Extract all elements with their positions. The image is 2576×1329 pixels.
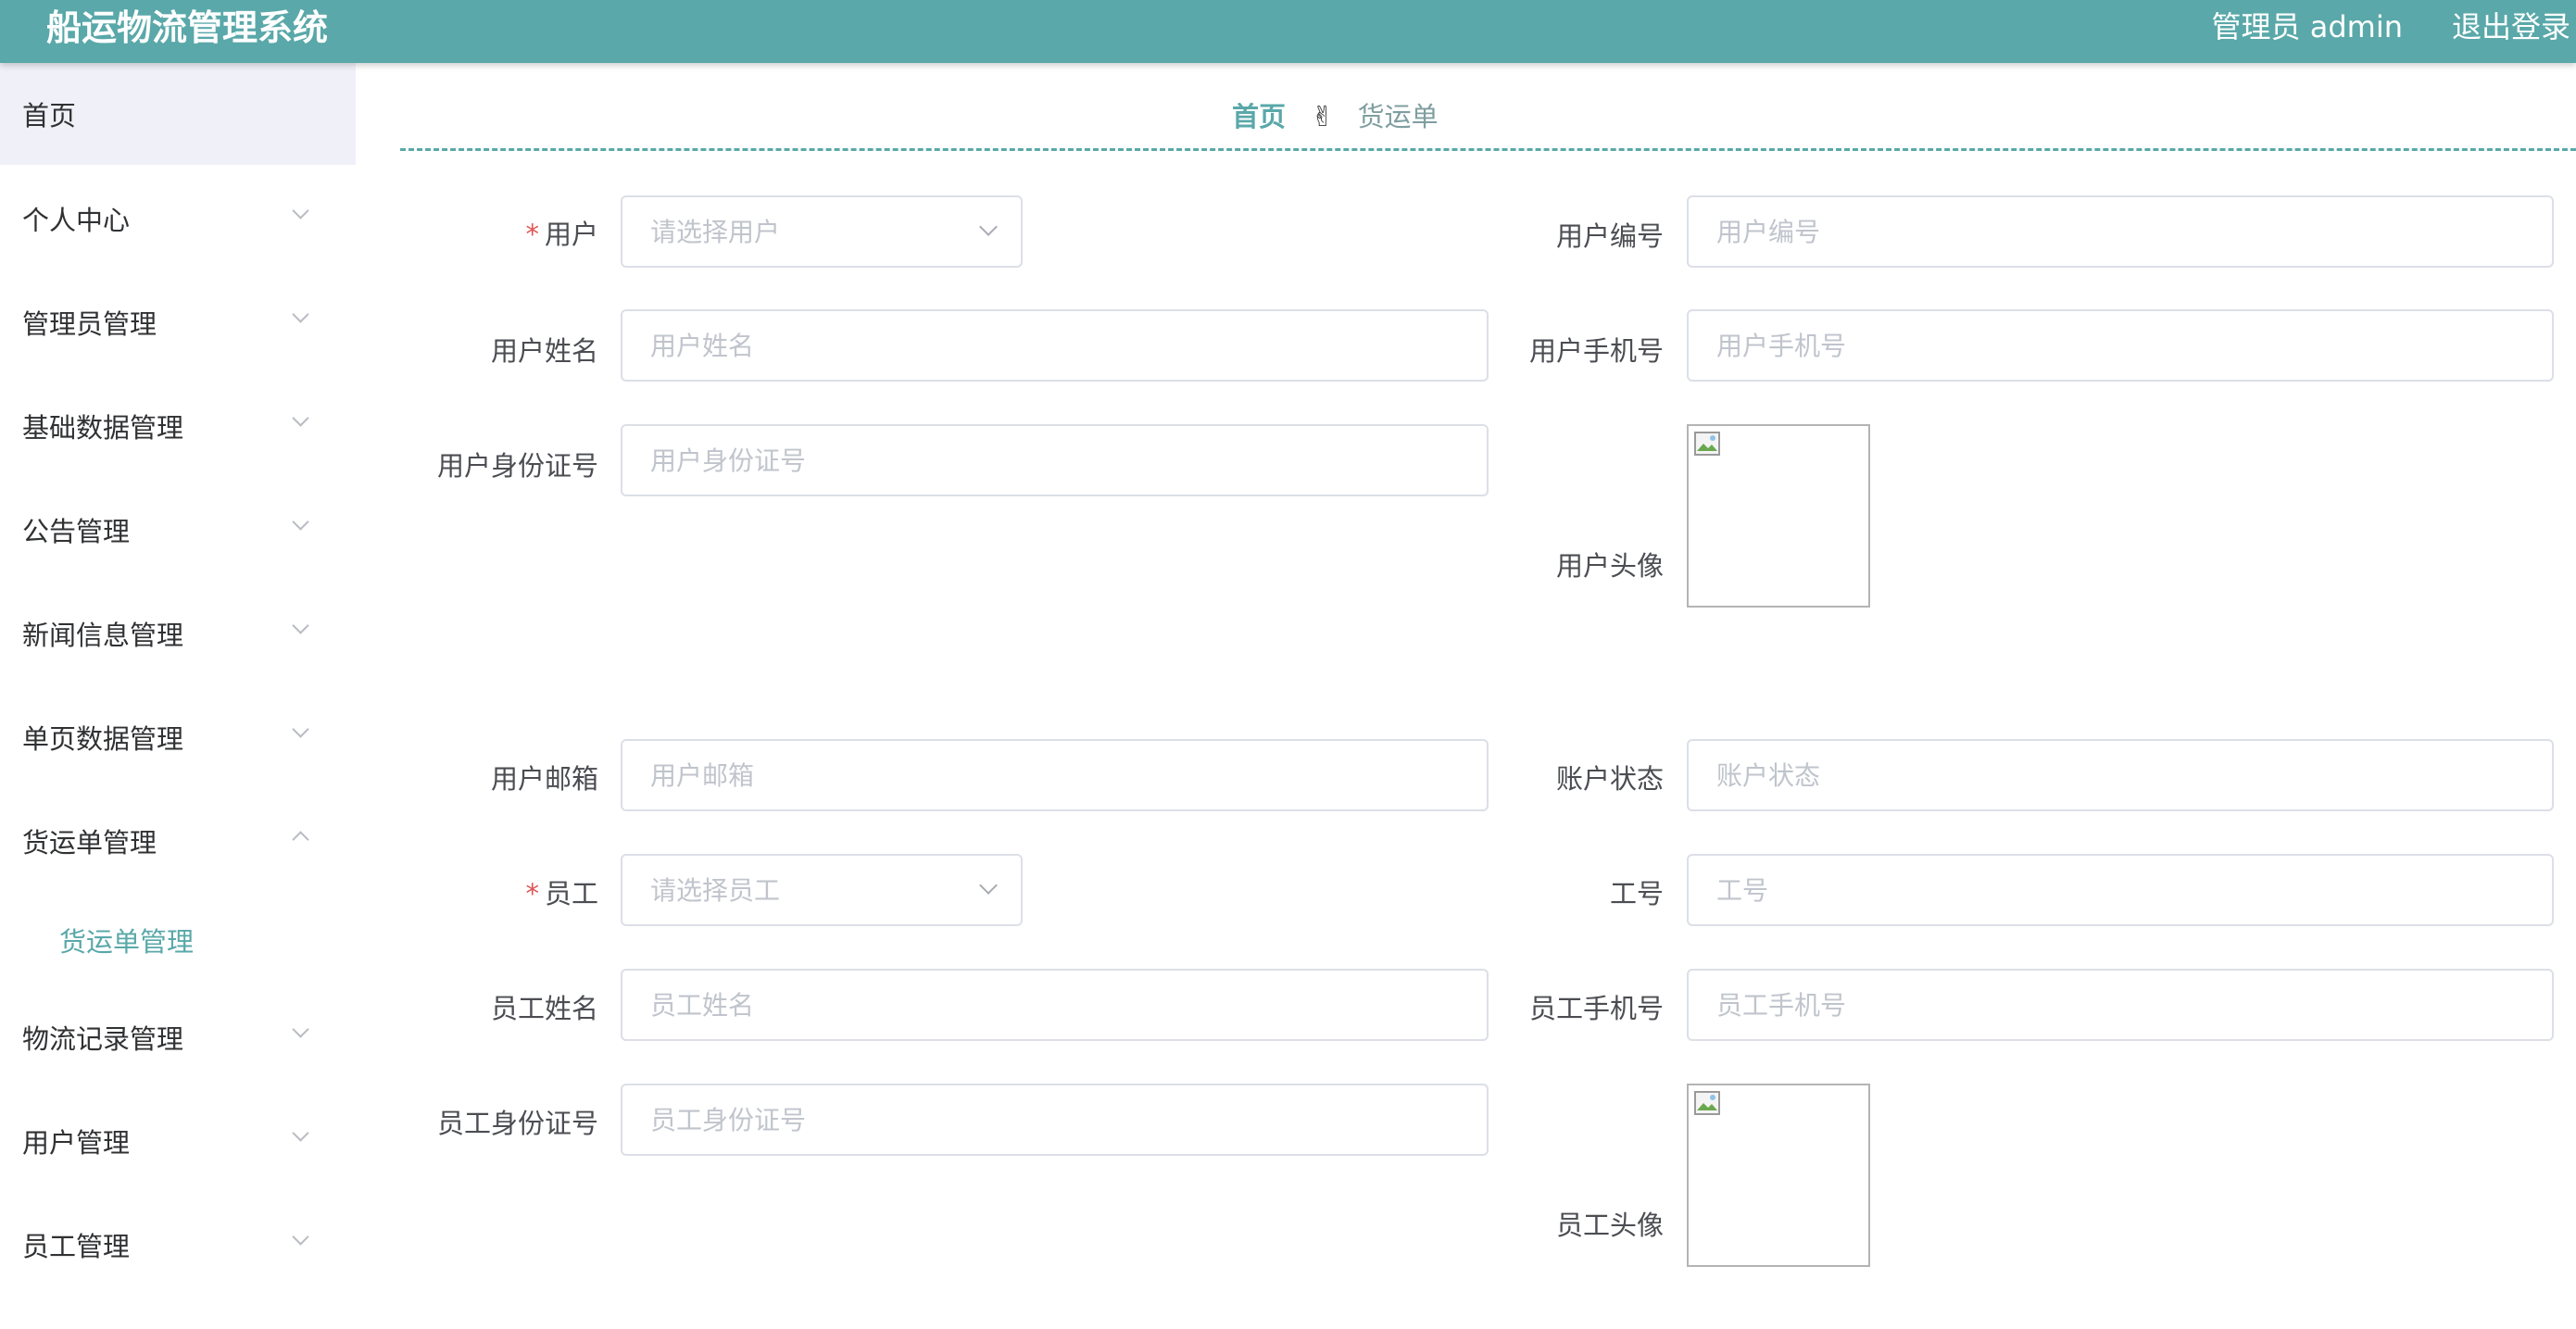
top-header: 船运物流管理系统 管理员 admin 退出登录 xyxy=(0,0,2576,63)
sidebar-item-label: 货运单管理 xyxy=(22,827,157,859)
sidebar-item-waybill-management[interactable]: 货运单管理 xyxy=(0,787,356,891)
broken-image-icon xyxy=(1694,432,1720,456)
user-name-label: 用户姓名 xyxy=(490,335,598,367)
sidebar-item-admin-management[interactable]: 管理员管理 xyxy=(0,269,356,372)
user-avatar-label: 用户头像 xyxy=(1555,550,1664,582)
chevron-down-icon xyxy=(292,617,309,634)
sidebar-item-logistics-records[interactable]: 物流记录管理 xyxy=(0,984,356,1087)
sidebar-item-label: 个人中心 xyxy=(22,205,131,236)
staff-avatar-label: 员工头像 xyxy=(1555,1210,1664,1241)
user-phone-input[interactable] xyxy=(1687,309,2554,382)
staff-phone-label: 员工手机号 xyxy=(1528,993,1664,1024)
sidebar-item-home[interactable]: 首页 xyxy=(0,63,356,165)
chevron-down-icon xyxy=(292,1021,309,1038)
chevron-up-icon xyxy=(292,831,309,848)
chevron-down-icon xyxy=(292,1228,309,1246)
app-title: 船运物流管理系统 xyxy=(46,7,329,48)
sidebar-item-label: 用户管理 xyxy=(22,1127,131,1159)
sidebar-item-label: 管理员管理 xyxy=(22,308,157,340)
breadcrumb: 首页 ✌ 货运单 xyxy=(1232,96,1439,137)
user-email-input[interactable] xyxy=(621,739,1489,811)
user-avatar-image[interactable] xyxy=(1687,424,1870,608)
account-status-label: 账户状态 xyxy=(1555,763,1664,795)
staff-name-input[interactable] xyxy=(621,969,1489,1041)
sidebar-item-base-data-management[interactable]: 基础数据管理 xyxy=(0,372,356,476)
broken-image-icon xyxy=(1694,1091,1720,1115)
staff-select[interactable] xyxy=(621,854,1023,926)
chevron-down-icon xyxy=(292,1124,309,1142)
hand-icon: ✌ xyxy=(1311,101,1335,133)
required-mark: * xyxy=(525,878,539,909)
staff-id-card-input[interactable] xyxy=(621,1084,1489,1156)
sidebar-item-single-page-management[interactable]: 单页数据管理 xyxy=(0,683,356,787)
sidebar-item-label: 基础数据管理 xyxy=(22,412,184,444)
chevron-down-icon xyxy=(292,513,309,531)
staff-select-input[interactable] xyxy=(621,854,1023,926)
staff-no-label: 工号 xyxy=(1609,878,1664,909)
logout-button[interactable]: 退出登录 xyxy=(2452,0,2570,54)
chevron-down-icon xyxy=(292,409,309,427)
breadcrumb-current: 货运单 xyxy=(1357,101,1439,132)
user-phone-label: 用户手机号 xyxy=(1528,335,1664,367)
sidebar-item-label: 物流记录管理 xyxy=(22,1023,184,1055)
user-name-input[interactable] xyxy=(621,309,1489,382)
chevron-down-icon xyxy=(292,721,309,738)
staff-no-input[interactable] xyxy=(1687,854,2554,926)
user-no-input[interactable] xyxy=(1687,195,2554,268)
user-select-label: * 用户 xyxy=(525,213,598,252)
staff-select-label: * 员工 xyxy=(525,872,598,911)
user-select-label-text: 用户 xyxy=(544,219,598,250)
staff-name-label: 员工姓名 xyxy=(490,993,598,1024)
user-id-card-input[interactable] xyxy=(621,424,1489,496)
sidebar-item-label: 首页 xyxy=(22,100,77,132)
user-id-card-label: 用户身份证号 xyxy=(436,450,598,482)
sidebar-item-label: 新闻信息管理 xyxy=(22,620,184,651)
sidebar-item-label: 单页数据管理 xyxy=(22,723,184,755)
user-no-label: 用户编号 xyxy=(1555,220,1664,252)
sidebar-item-label: 员工管理 xyxy=(22,1231,131,1262)
sidebar: 首页 个人中心 管理员管理 基础数据管理 公告管理 新闻信息管理 单页数据管理 … xyxy=(0,63,356,1329)
breadcrumb-home-link[interactable]: 首页 xyxy=(1232,101,1286,132)
staff-id-card-label: 员工身份证号 xyxy=(436,1108,598,1139)
chevron-down-icon xyxy=(292,202,309,219)
required-mark: * xyxy=(525,219,539,250)
sidebar-item-label: 公告管理 xyxy=(22,516,131,547)
sidebar-item-personal-center[interactable]: 个人中心 xyxy=(0,165,356,269)
breadcrumb-divider xyxy=(400,148,2576,151)
current-user-label: 管理员 admin xyxy=(2211,9,2403,44)
staff-phone-input[interactable] xyxy=(1687,969,2554,1041)
sidebar-item-user-management[interactable]: 用户管理 xyxy=(0,1087,356,1191)
sidebar-item-notice-management[interactable]: 公告管理 xyxy=(0,476,356,580)
submenu-item-waybill-management[interactable]: 货运单管理 xyxy=(59,921,194,959)
user-select-input[interactable] xyxy=(621,195,1023,268)
staff-avatar-image[interactable] xyxy=(1687,1084,1870,1267)
user-select[interactable] xyxy=(621,195,1023,268)
staff-select-label-text: 员工 xyxy=(544,878,598,909)
sidebar-item-staff-management[interactable]: 员工管理 xyxy=(0,1191,356,1295)
sidebar-item-news-management[interactable]: 新闻信息管理 xyxy=(0,580,356,683)
chevron-down-icon xyxy=(292,306,309,323)
account-status-input[interactable] xyxy=(1687,739,2554,811)
user-email-label: 用户邮箱 xyxy=(490,763,598,795)
